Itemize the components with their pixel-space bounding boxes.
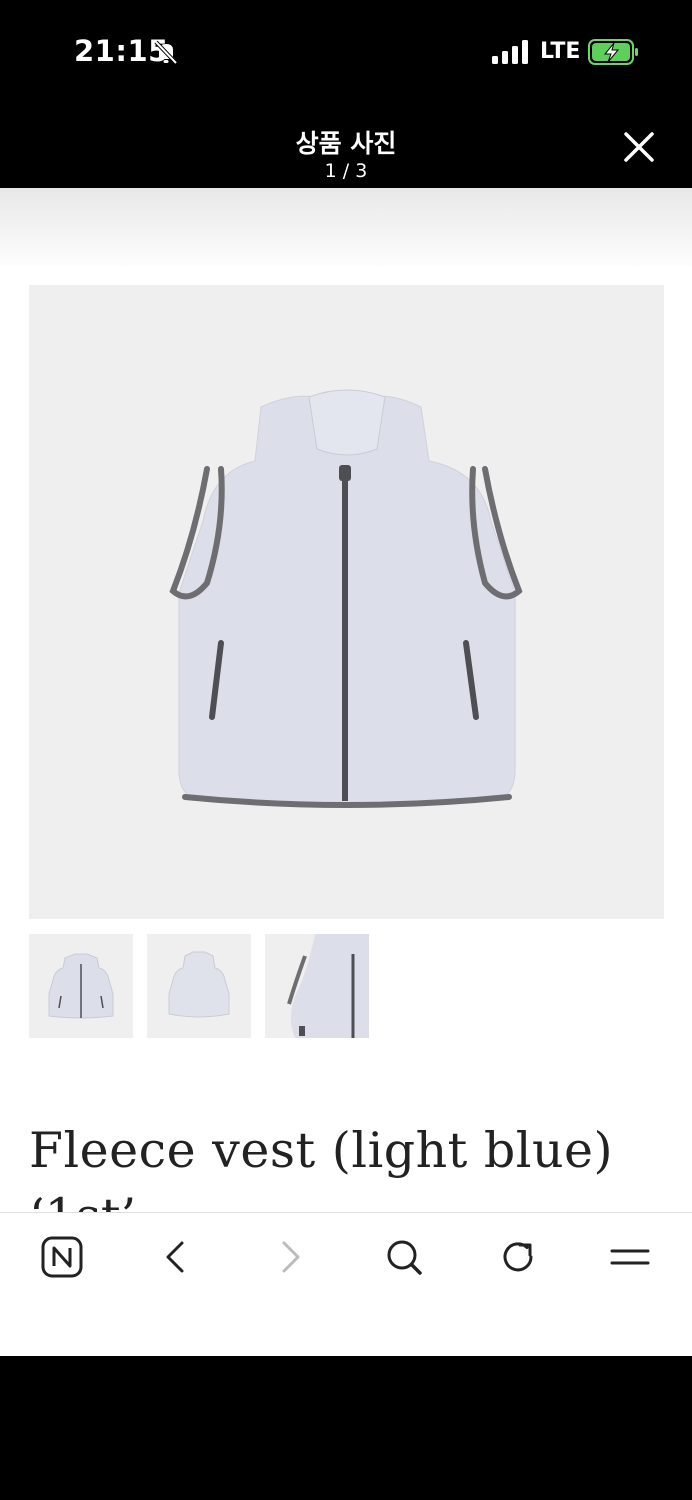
photo-counter: 1 / 3 <box>324 160 368 182</box>
main-product-image[interactable] <box>29 285 664 919</box>
thumbnail-1[interactable] <box>29 934 133 1038</box>
network-type: LTE <box>540 39 581 64</box>
browser-toolbar <box>0 1212 692 1357</box>
bell-slash-icon <box>154 40 178 65</box>
vest-illustration <box>169 389 523 808</box>
close-icon[interactable] <box>620 128 658 166</box>
naver-home-icon[interactable] <box>40 1235 84 1279</box>
back-icon[interactable] <box>154 1235 198 1279</box>
top-divider-band <box>0 188 692 266</box>
refresh-icon[interactable] <box>496 1235 540 1279</box>
thumbnail-vest-back <box>168 951 230 1018</box>
menu-icon[interactable] <box>608 1235 652 1279</box>
product-page: Fleece vest (light blue) ‘1st’ <box>0 188 692 1212</box>
thumbnail-3[interactable] <box>265 934 369 1038</box>
photo-viewer-header: 상품 사진 1 / 3 <box>0 104 692 188</box>
forward-icon[interactable] <box>268 1235 312 1279</box>
header-title: 상품 사진 <box>295 129 397 158</box>
battery-charging-icon <box>588 39 638 65</box>
bottom-safe-area <box>0 1356 692 1500</box>
thumbnail-2[interactable] <box>147 934 251 1038</box>
thumbnail-vest-front <box>48 953 114 1019</box>
status-bar: 21:15 LTE <box>0 0 692 104</box>
product-title: Fleece vest (light blue) <box>29 1122 614 1179</box>
search-icon[interactable] <box>382 1235 426 1279</box>
thumbnail-vest-detail <box>287 934 369 1038</box>
signal-icon <box>492 40 528 64</box>
product-subtitle-clipped: ‘1st’ <box>29 1188 136 1212</box>
